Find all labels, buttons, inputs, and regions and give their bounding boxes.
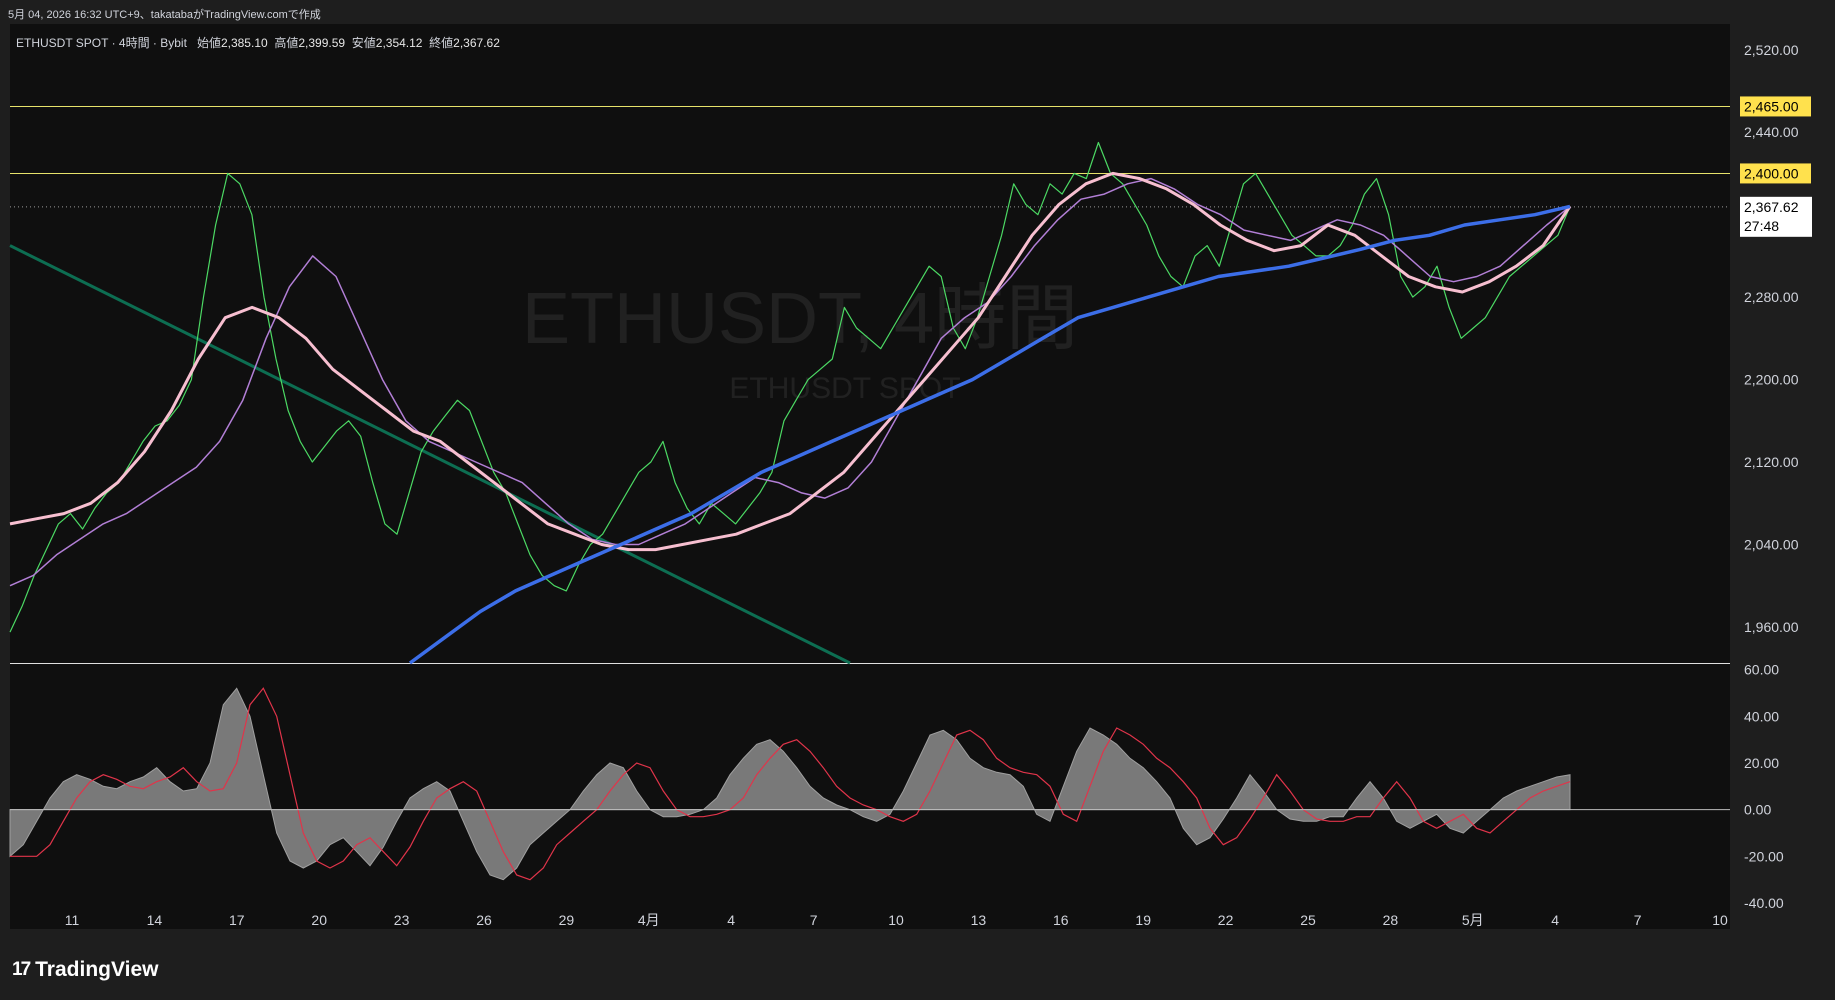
tradingview-brand: TradingView xyxy=(35,958,159,981)
low-value: 2,354.12 xyxy=(375,36,423,50)
close-label: 終値 xyxy=(429,36,454,50)
x-tick-label: 4 xyxy=(727,912,735,928)
osc-y-tick-label: 40.00 xyxy=(1744,708,1779,724)
x-tick-label: 11 xyxy=(65,912,80,928)
osc-y-tick-label: -20.00 xyxy=(1744,848,1784,864)
osc-y-tick-label: -40.00 xyxy=(1744,895,1784,911)
osc-y-tick-label: 60.00 xyxy=(1744,662,1779,678)
x-tick-label: 14 xyxy=(147,912,163,928)
high-label: 高値 xyxy=(274,36,299,50)
x-tick-label: 19 xyxy=(1135,912,1151,928)
x-tick-label: 13 xyxy=(971,912,987,928)
osc-y-tick-label: 20.00 xyxy=(1744,755,1779,771)
last-price-label: 2,367.62 xyxy=(1744,199,1799,215)
level-price-label: 2,400.00 xyxy=(1744,165,1799,181)
x-tick-label: 10 xyxy=(888,912,904,928)
x-tick-label: 20 xyxy=(311,912,327,928)
tradingview-logo-icon: 17 xyxy=(12,959,31,980)
y-tick-label: 2,440.00 xyxy=(1744,124,1799,140)
x-tick-label: 28 xyxy=(1383,912,1399,928)
high-value: 2,399.59 xyxy=(298,36,346,50)
y-tick-label: 2,120.00 xyxy=(1744,454,1799,470)
chart-caption: 5月 04, 2026 16:32 UTC+9、takatabaがTrading… xyxy=(8,9,321,21)
x-tick-label: 10 xyxy=(1712,912,1728,928)
x-tick-label: 16 xyxy=(1053,912,1069,928)
tradingview-logo[interactable]: 17 TradingView xyxy=(12,958,158,982)
x-tick-label: 7 xyxy=(810,912,818,928)
x-tick-label: 17 xyxy=(229,912,245,928)
y-tick-label: 2,280.00 xyxy=(1744,289,1799,305)
level-price-label: 2,465.00 xyxy=(1744,98,1799,114)
x-tick-label: 4 xyxy=(1551,912,1559,928)
symbol-ohlc: ETHUSDT SPOT · 4時間 · Bybit 始値2,385.10 高値… xyxy=(16,34,500,51)
y-tick-label: 2,520.00 xyxy=(1744,42,1799,58)
y-tick-label: 2,200.00 xyxy=(1744,372,1799,388)
x-tick-label: 22 xyxy=(1218,912,1234,928)
countdown-label: 27:48 xyxy=(1744,218,1779,234)
y-tick-label: 2,040.00 xyxy=(1744,536,1799,552)
x-tick-label: 26 xyxy=(476,912,492,928)
x-tick-label: 25 xyxy=(1300,912,1316,928)
close-value: 2,367.62 xyxy=(453,36,500,50)
open-label: 始値 xyxy=(196,36,221,50)
x-tick-label: 23 xyxy=(394,912,410,928)
x-tick-label: 4月 xyxy=(638,912,660,928)
open-value: 2,385.10 xyxy=(220,36,268,50)
y-tick-label: 1,960.00 xyxy=(1744,619,1799,635)
x-tick-label: 5月 xyxy=(1462,912,1484,928)
low-label: 安値 xyxy=(351,36,376,50)
symbol-name: ETHUSDT SPOT · 4時間 · Bybit xyxy=(16,36,187,50)
chart-canvas[interactable]: ETHUSDT, 4時間 ETHUSDT SPOT 2,520.002,440.… xyxy=(0,0,1835,1000)
osc-y-tick-label: 0.00 xyxy=(1744,802,1771,818)
x-tick-label: 29 xyxy=(559,912,575,928)
x-tick-label: 7 xyxy=(1634,912,1642,928)
